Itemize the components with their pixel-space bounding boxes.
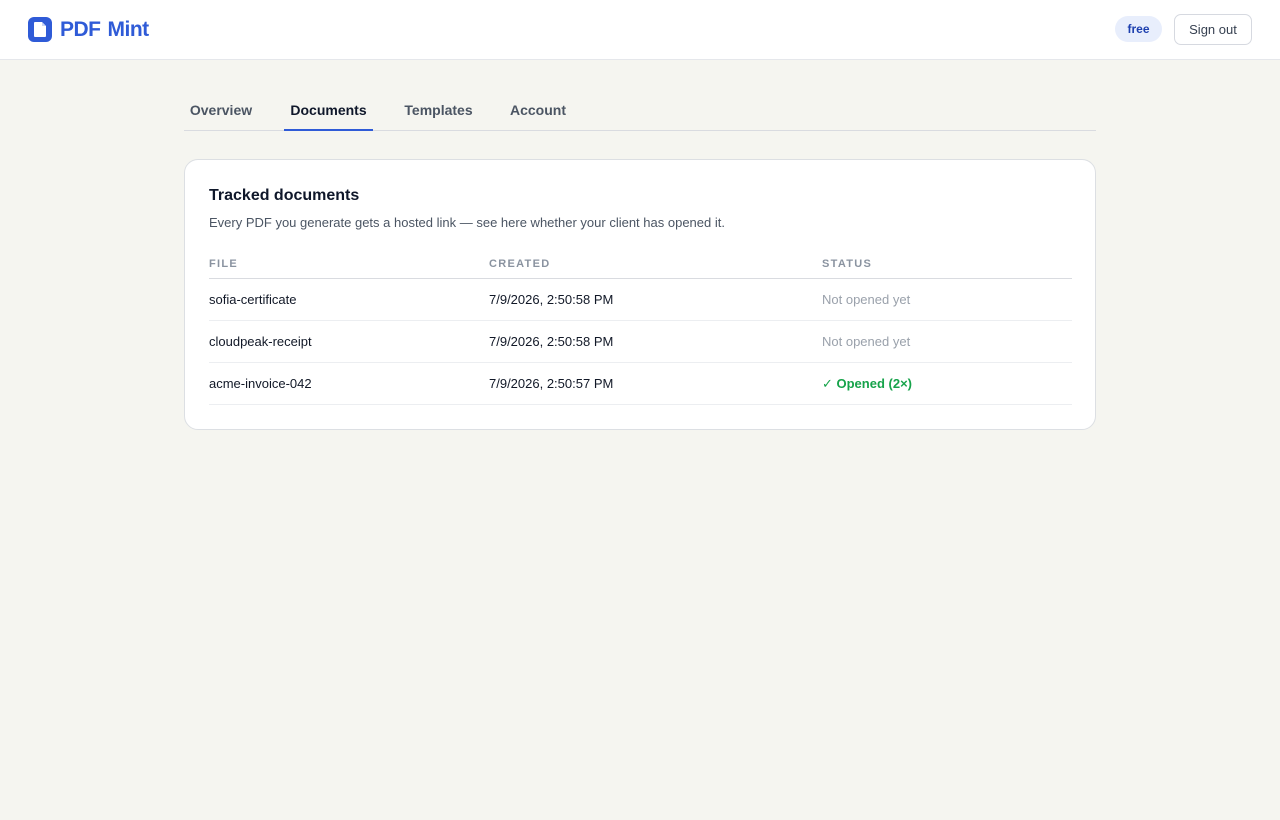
status-opened-text: ✓ Opened (2×) <box>822 376 912 391</box>
table-row[interactable]: sofia-certificate 7/9/2026, 2:50:58 PM N… <box>209 279 1072 321</box>
tab-documents[interactable]: Documents <box>284 92 373 131</box>
created-date: 7/9/2026, 2:50:58 PM <box>489 292 614 307</box>
status-text: Not opened yet <box>822 334 911 349</box>
tab-templates[interactable]: Templates <box>399 92 478 131</box>
created-date: 7/9/2026, 2:50:58 PM <box>489 334 614 349</box>
plan-badge: free <box>1115 16 1162 42</box>
column-header-file: FILE <box>209 258 239 270</box>
card-title: Tracked documents <box>209 187 360 204</box>
column-header-created: CREATED <box>489 258 551 270</box>
table-row[interactable]: acme-invoice-042 7/9/2026, 2:50:57 PM ✓ … <box>209 363 1072 405</box>
top-bar: PDF Mint free Sign out <box>0 0 1280 60</box>
brand-word-2: Mint <box>107 18 150 41</box>
tracked-documents-card: Tracked documents Every PDF you generate… <box>184 159 1096 430</box>
created-date: 7/9/2026, 2:50:57 PM <box>489 376 614 391</box>
brand-logo-text[interactable]: PDF Mint <box>60 17 149 43</box>
table-row[interactable]: cloudpeak-receipt 7/9/2026, 2:50:58 PM N… <box>209 321 1072 363</box>
sign-out-button[interactable]: Sign out <box>1174 14 1252 45</box>
brand-word-1: PDF <box>60 18 101 41</box>
file-name[interactable]: cloudpeak-receipt <box>209 321 312 362</box>
file-name[interactable]: acme-invoice-042 <box>209 363 312 404</box>
tab-bar: Overview Documents Templates Account <box>184 92 1096 131</box>
card-subtitle: Every PDF you generate gets a hosted lin… <box>209 215 725 230</box>
status-text: Not opened yet <box>822 292 911 307</box>
tab-overview[interactable]: Overview <box>184 92 258 131</box>
document-icon <box>28 17 52 42</box>
file-name[interactable]: sofia-certificate <box>209 279 296 320</box>
column-header-status: STATUS <box>822 258 873 270</box>
tab-account[interactable]: Account <box>506 92 570 131</box>
